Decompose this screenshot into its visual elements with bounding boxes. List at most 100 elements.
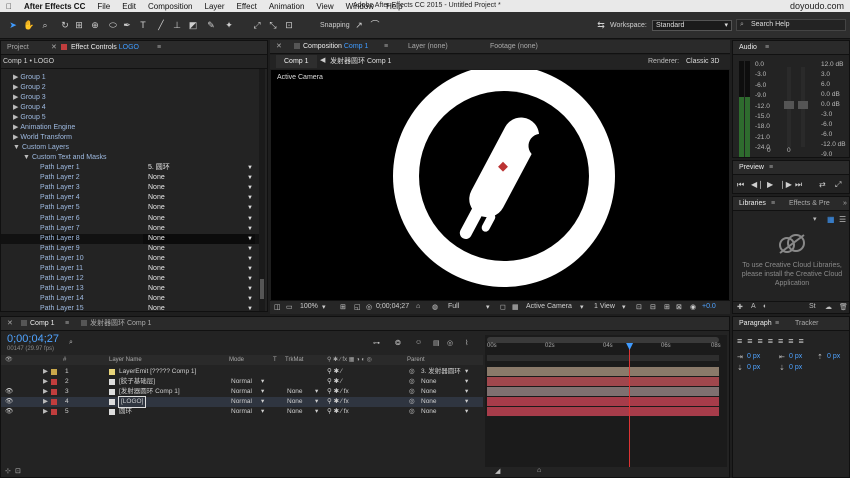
- layer-row[interactable]: ▶ 1 LayerEmit [????? Comp 1] ⚲ ✱ ∕ ◎ 3. 发射器圆…: [1, 367, 483, 377]
- path-layer-select[interactable]: None: [148, 284, 165, 294]
- parent-pickwhip-icon[interactable]: ◎: [409, 407, 415, 417]
- magnification-select[interactable]: 100%: [300, 303, 318, 310]
- trkmat-select[interactable]: None: [287, 397, 303, 407]
- layer-duration-bar[interactable]: [487, 367, 719, 376]
- layer-name[interactable]: [胶子基础层]: [119, 377, 155, 387]
- composition-viewer[interactable]: Active Camera: [271, 70, 729, 300]
- tree-item[interactable]: ▶ Group 5: [13, 113, 46, 123]
- fit-icon[interactable]: ▭: [286, 303, 293, 311]
- layer-switches[interactable]: ⚲ ✱ ∕ fx: [327, 397, 349, 407]
- disclosure-icon[interactable]: ▶: [13, 124, 18, 131]
- parent-select[interactable]: 3. 发射器圆环: [421, 367, 461, 377]
- tree-item[interactable]: ▼ Custom Layers: [13, 143, 69, 153]
- path-layer-select[interactable]: None: [148, 254, 165, 264]
- draft-3d-icon[interactable]: ❂: [395, 339, 401, 347]
- dropdown-icon[interactable]: ▼: [247, 203, 253, 213]
- disclosure-icon[interactable]: ▶: [13, 104, 18, 111]
- tab-tracker[interactable]: Tracker: [791, 317, 822, 330]
- search-help-input[interactable]: ⌕ Search Help: [736, 19, 846, 31]
- dropdown-icon[interactable]: ▼: [247, 214, 253, 224]
- label-color-swatch[interactable]: [51, 409, 57, 415]
- stock-icon[interactable]: St: [809, 303, 816, 310]
- view-layout-select[interactable]: 1 View: [594, 303, 615, 310]
- dropdown-icon[interactable]: ▼: [247, 244, 253, 254]
- audio-slider-left[interactable]: [784, 67, 794, 147]
- menu-composition[interactable]: Composition: [142, 2, 198, 11]
- menu-edit[interactable]: Edit: [116, 2, 142, 11]
- safe-zones-icon[interactable]: ⊞: [340, 303, 346, 311]
- rotate-tool-icon[interactable]: ↻: [58, 19, 72, 31]
- pan-behind-tool-icon[interactable]: ⊕: [88, 19, 102, 31]
- eye-icon[interactable]: 👁: [5, 355, 13, 365]
- close-icon[interactable]: ✕: [272, 40, 286, 53]
- type-tool-icon[interactable]: T: [136, 19, 150, 31]
- flowchart-icon[interactable]: ⊠: [676, 303, 682, 311]
- label-color-swatch[interactable]: [51, 379, 57, 385]
- grid-view-icon[interactable]: ▦: [827, 215, 835, 224]
- disclosure-icon[interactable]: ▶: [13, 94, 18, 101]
- layer-name[interactable]: [LOGO]: [117, 396, 147, 408]
- col-layer-name[interactable]: Layer Name: [109, 355, 142, 365]
- zoom-slider[interactable]: ⌂: [537, 467, 541, 474]
- tab-timeline-comp1[interactable]: Comp 1: [17, 317, 59, 330]
- parent-pickwhip-icon[interactable]: ◎: [409, 367, 415, 377]
- toggle-modes-icon[interactable]: ⊡: [15, 467, 21, 475]
- view-axis-icon[interactable]: ⊡: [282, 19, 296, 31]
- space-before-value[interactable]: 0 px: [747, 364, 760, 371]
- cloud-icon[interactable]: ☁: [825, 303, 832, 311]
- dropdown-icon[interactable]: ▼: [247, 163, 253, 173]
- world-axis-icon[interactable]: ⤡: [266, 19, 280, 31]
- ellipse-tool-icon[interactable]: ⬭: [106, 19, 120, 31]
- roi-icon[interactable]: ◻: [500, 303, 506, 311]
- dropdown-icon[interactable]: ▼: [247, 234, 253, 244]
- apple-icon[interactable]: : [0, 2, 18, 11]
- menu-app[interactable]: After Effects CC: [18, 2, 91, 11]
- loop-icon[interactable]: ⇄: [819, 180, 826, 189]
- last-frame-icon[interactable]: ⏭: [795, 180, 802, 190]
- layer-name[interactable]: 圆环: [119, 407, 132, 417]
- indent-right-value[interactable]: 0 px: [789, 353, 802, 360]
- indent-left-value[interactable]: 0 px: [747, 353, 760, 360]
- dropdown-icon[interactable]: ▼: [247, 183, 253, 193]
- path-layer-select[interactable]: None: [148, 224, 165, 234]
- disclosure-icon[interactable]: ▶: [13, 84, 18, 91]
- current-time[interactable]: 0;00;04;27: [7, 333, 59, 345]
- layer-name[interactable]: [发射器圆环 Comp 1]: [119, 387, 180, 397]
- layer-row[interactable]: 👁 ▶ 3 [发射器圆环 Comp 1] ⚲ ✱ ∕ fx Normal ▾ None ▾ ◎ No…: [1, 387, 483, 397]
- playhead[interactable]: [629, 343, 631, 473]
- motion-blur-icon[interactable]: ◎: [447, 339, 453, 347]
- label-color-swatch[interactable]: [51, 369, 57, 375]
- camera-tool-icon[interactable]: ⊞: [72, 19, 86, 31]
- preview-title[interactable]: Preview: [735, 161, 768, 174]
- dropdown-icon[interactable]: ▼: [247, 294, 253, 304]
- subtab-second-comp[interactable]: 发射器圆环 Comp 1: [330, 56, 391, 69]
- parent-select[interactable]: None: [421, 397, 437, 407]
- toggle-pixel-icon[interactable]: ⊡: [636, 303, 642, 311]
- path-layer-select[interactable]: None: [148, 193, 165, 203]
- next-frame-icon[interactable]: ❘▶: [779, 180, 792, 189]
- tab-timeline-second[interactable]: 发射器圆环 Comp 1: [77, 317, 155, 330]
- snapshot-icon[interactable]: ⌂: [416, 303, 420, 310]
- menu-file[interactable]: File: [91, 2, 116, 11]
- eye-icon[interactable]: 👁: [5, 387, 13, 397]
- dropdown-icon[interactable]: ▼: [247, 284, 253, 294]
- layer-row[interactable]: 👁 ▶ 5 圆环 ⚲ ✱ ∕ fx Normal ▾ None ▾ ◎ None ▾: [1, 407, 483, 417]
- dropdown-icon[interactable]: ▾: [813, 215, 817, 223]
- layer-switches[interactable]: ⚲ ✱ ∕ fx: [327, 407, 349, 417]
- exposure-value[interactable]: +0.0: [702, 303, 716, 310]
- toggle-switches-icon[interactable]: ⊹: [5, 467, 11, 475]
- menu-view[interactable]: View: [310, 2, 339, 11]
- always-preview-icon[interactable]: ◫: [274, 303, 281, 311]
- tree-item[interactable]: ▶ World Transform: [13, 133, 72, 143]
- tree-item[interactable]: ▶ Animation Engine: [13, 123, 75, 133]
- audio-slider-right[interactable]: [798, 67, 808, 147]
- path-layer-select[interactable]: None: [148, 183, 165, 193]
- transparency-grid-icon[interactable]: ▦: [512, 303, 519, 311]
- snap-options-icon[interactable]: ⌒: [368, 19, 382, 31]
- tab-footage[interactable]: Footage (none): [486, 40, 542, 53]
- add-text-icon[interactable]: A: [751, 303, 756, 310]
- zoom-out-icon[interactable]: ◢: [495, 467, 500, 475]
- disclosure-icon[interactable]: ▶: [43, 377, 48, 387]
- layer-duration-bar[interactable]: [487, 397, 719, 406]
- pen-tool-icon[interactable]: ✒: [120, 19, 134, 31]
